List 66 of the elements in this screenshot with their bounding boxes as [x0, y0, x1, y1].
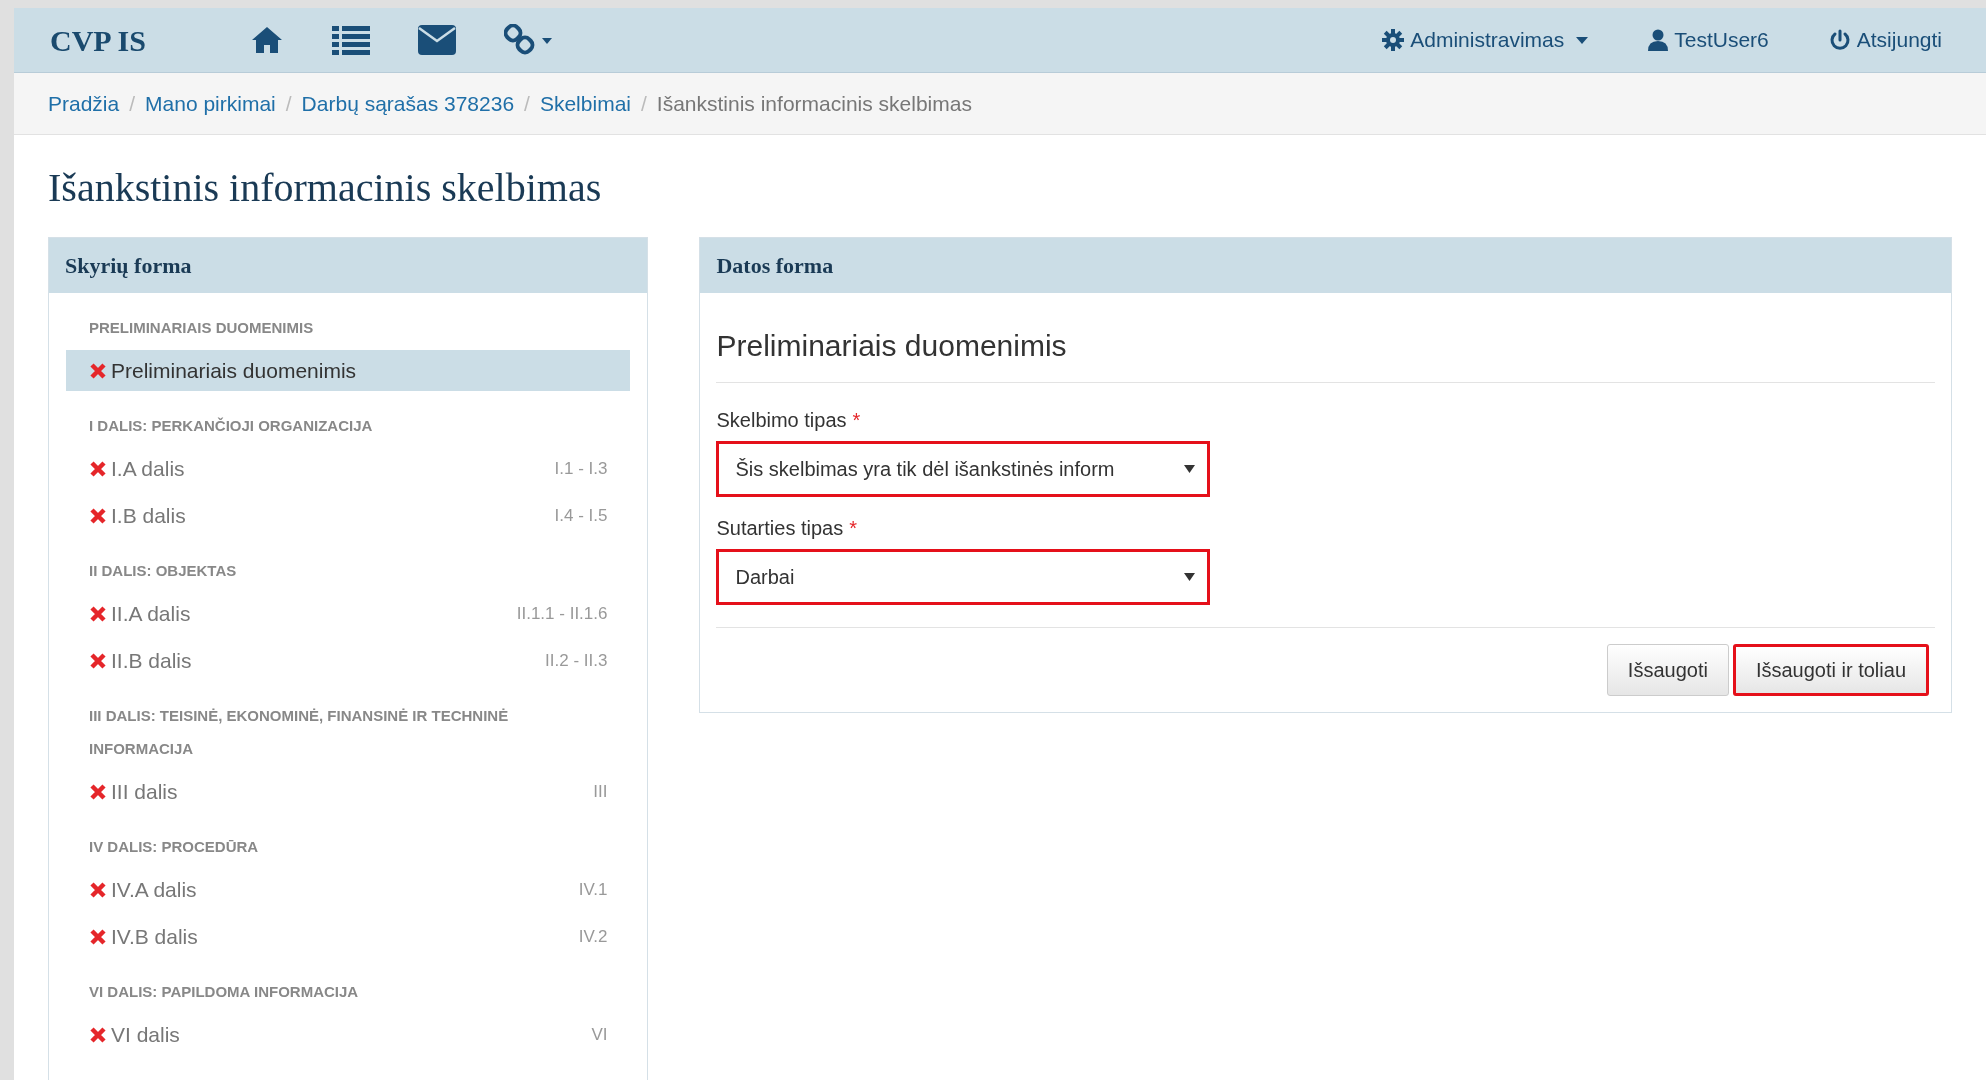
- section-range: VI: [591, 1023, 608, 1046]
- section-range: IV.1: [578, 878, 608, 901]
- section-range: II.2 - II.3: [545, 649, 608, 672]
- breadcrumb-link[interactable]: Darbų sąrašas 378236: [301, 87, 515, 120]
- section-range: III: [593, 780, 608, 803]
- cross-icon: [89, 927, 107, 946]
- nav-link[interactable]: Administravimas: [1382, 24, 1589, 56]
- save-button[interactable]: Išsaugoti: [1606, 644, 1729, 696]
- select-field[interactable]: Darbai: [716, 549, 1211, 605]
- section-range: IV.2: [578, 925, 608, 948]
- page-title: Išankstinis informacinis skelbimas: [48, 164, 602, 212]
- section-item[interactable]: IV.A dalis IV.1: [66, 869, 631, 910]
- section-heading: I DALIS: PERKANČIOJI ORGANIZACIJA: [88, 416, 374, 436]
- breadcrumb-separator: /: [129, 90, 136, 117]
- section-item[interactable]: IV.B dalis IV.2: [66, 916, 631, 957]
- cross-icon: [89, 361, 107, 380]
- breadcrumb-link[interactable]: Mano pirkimai: [145, 87, 276, 120]
- cross-icon: [89, 880, 107, 899]
- cross-icon: [89, 604, 107, 623]
- breadcrumb-separator: /: [524, 90, 530, 117]
- field-label: Sutarties tipas: [716, 516, 844, 541]
- list-icon[interactable]: [332, 25, 370, 55]
- section-heading: II DALIS: OBJEKTAS: [88, 561, 238, 581]
- save-button[interactable]: Išsaugoti ir toliau: [1732, 644, 1929, 696]
- panel-title: Datos forma: [716, 252, 834, 280]
- section-item[interactable]: I.B dalis I.4 - I.5: [66, 495, 631, 536]
- section-range: I.1 - I.3: [554, 457, 608, 480]
- nav-link[interactable]: Atsijungti: [1828, 24, 1942, 56]
- field-label: Skelbimo tipas: [716, 408, 847, 433]
- breadcrumb-link[interactable]: Pradžia: [48, 87, 120, 120]
- section-item[interactable]: VI dalis VI: [66, 1014, 631, 1055]
- breadcrumb-current: Išankstinis informacinis skelbimas: [656, 90, 972, 117]
- cross-icon: [89, 459, 107, 478]
- required-asterisk: *: [852, 408, 861, 433]
- section-heading: PRELIMINARIAIS DUOMENIMIS: [88, 318, 315, 338]
- panel-title: Skyrių forma: [65, 252, 192, 280]
- cross-icon: [89, 651, 107, 670]
- caret-icon: [1184, 465, 1196, 473]
- required-asterisk: *: [849, 516, 857, 541]
- section-heading: III DALIS: TEISINĖ, EKONOMINĖ, FINANSINĖ IR TECHNINĖ INFORMACIJA: [88, 706, 510, 759]
- section-item[interactable]: II.B dalis II.2 - II.3: [66, 640, 631, 681]
- cross-icon: [89, 782, 107, 801]
- section-item[interactable]: Preliminariais duomenimis: [66, 350, 631, 391]
- caret-icon: [1184, 573, 1196, 581]
- breadcrumb-separator: /: [285, 90, 292, 117]
- user-icon: [1648, 29, 1669, 51]
- breadcrumb-separator: /: [641, 90, 647, 117]
- home-icon[interactable]: [250, 25, 284, 55]
- section-heading: Preliminariais duomenimis: [716, 329, 1067, 362]
- section-range: I.4 - I.5: [554, 504, 608, 527]
- section-item[interactable]: III dalis III: [66, 771, 631, 812]
- section-item[interactable]: II.A dalis II.1.1 - II.1.6: [66, 593, 631, 634]
- section-item[interactable]: I.A dalis I.1 - I.3: [66, 448, 631, 489]
- section-heading: VI DALIS: PAPILDOMA INFORMACIJA: [88, 982, 360, 1002]
- section-heading: IV DALIS: PROCEDŪRA: [88, 837, 260, 857]
- cross-icon: [89, 506, 107, 525]
- select-field[interactable]: Šis skelbimas yra tik dėl išankstinės inform: [716, 441, 1211, 497]
- caret-icon: [1576, 36, 1589, 44]
- power-icon: [1828, 29, 1851, 51]
- breadcrumb-link[interactable]: Skelbimai: [539, 87, 631, 120]
- gear-icon: [1382, 29, 1405, 51]
- section-range: II.1.1 - II.1.6: [516, 602, 608, 625]
- cross-icon: [89, 1025, 107, 1044]
- mail-icon[interactable]: [418, 25, 456, 55]
- nav-link[interactable]: TestUser6: [1648, 24, 1769, 56]
- brand-logo[interactable]: CVP IS: [50, 17, 240, 63]
